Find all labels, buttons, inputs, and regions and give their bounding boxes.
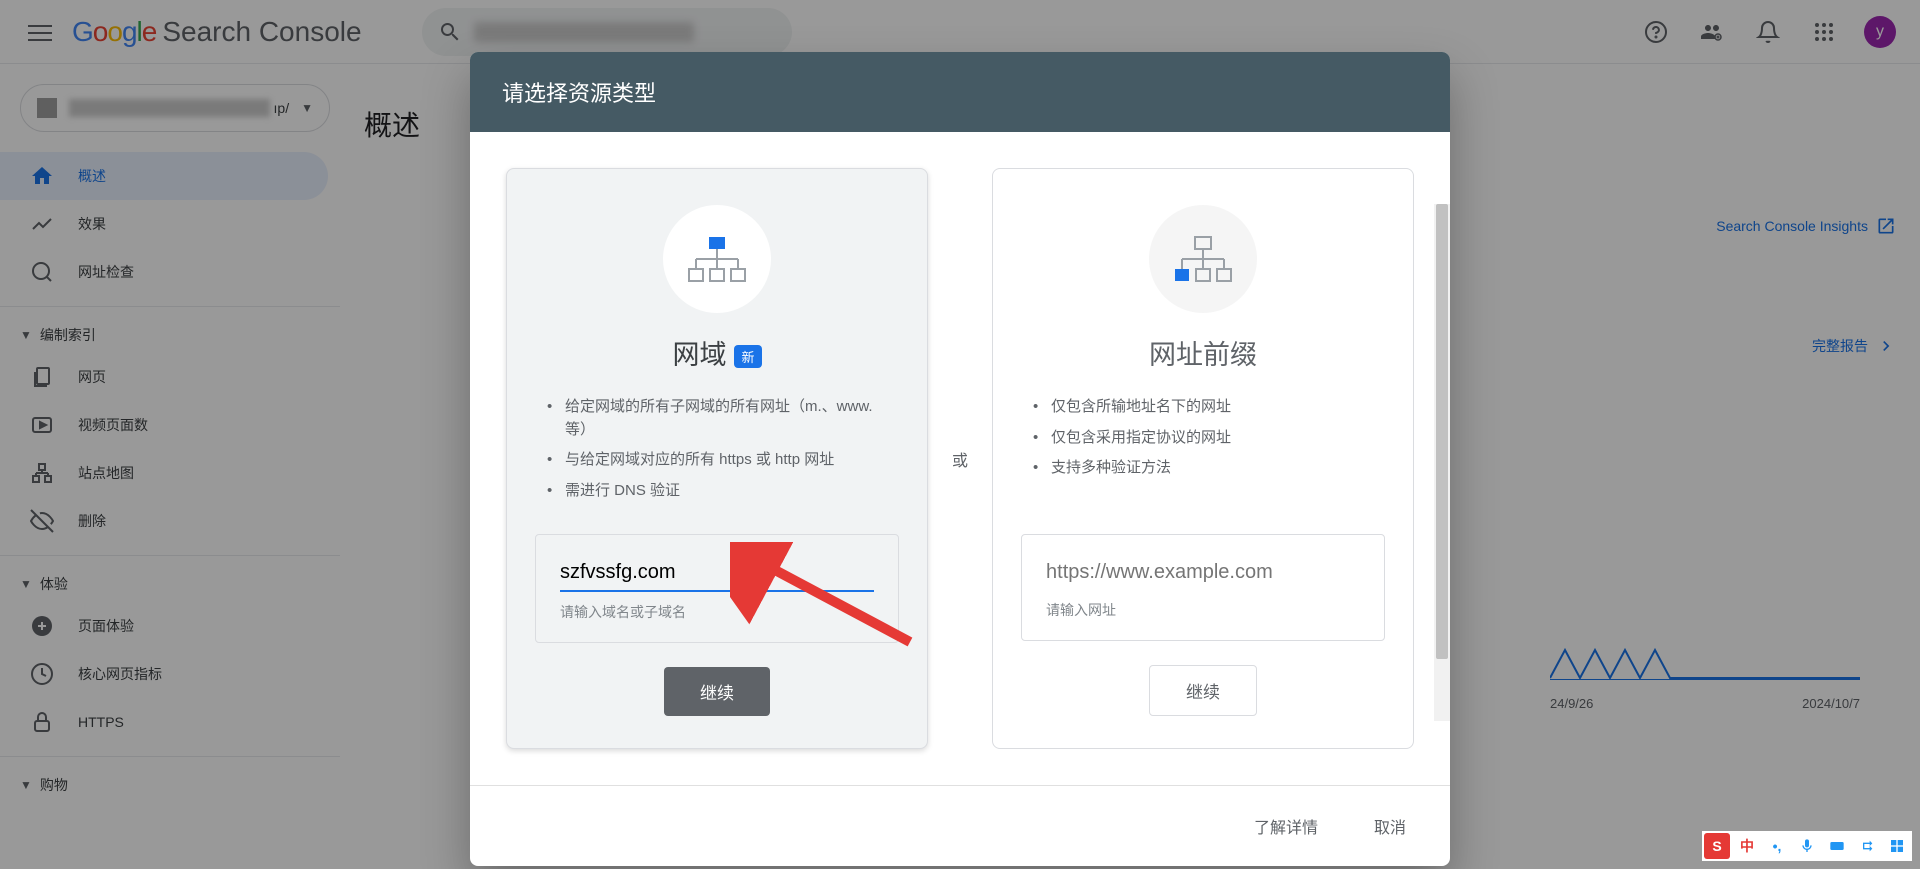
url-input-box: 请输入网址	[1021, 534, 1385, 641]
or-separator: 或	[952, 447, 968, 471]
learn-more-button[interactable]: 了解详情	[1242, 806, 1330, 846]
ime-keyboard-icon[interactable]	[1824, 833, 1850, 859]
url-card-bullets: 仅包含所输地址名下的网址 仅包含采用指定协议的网址 支持多种验证方法	[1021, 392, 1385, 484]
domain-sitemap-icon	[663, 205, 771, 313]
ime-toolbar[interactable]: S 中 •,	[1702, 831, 1912, 861]
domain-input[interactable]	[560, 555, 874, 592]
url-prefix-property-card[interactable]: 网址前缀 仅包含所输地址名下的网址 仅包含采用指定协议的网址 支持多种验证方法 …	[992, 168, 1414, 749]
url-continue-button[interactable]: 继续	[1149, 665, 1257, 716]
domain-property-card[interactable]: 网域新 给定网域的所有子网域的所有网址（m.、www. 等） 与给定网域对应的所…	[506, 168, 928, 749]
domain-input-box: 请输入域名或子域名	[535, 534, 899, 643]
domain-card-bullets: 给定网域的所有子网域的所有网址（m.、www. 等） 与给定网域对应的所有 ht…	[535, 392, 899, 506]
domain-input-hint: 请输入域名或子域名	[560, 602, 874, 622]
domain-card-title: 网域新	[535, 333, 899, 372]
modal-scrollbar[interactable]	[1434, 204, 1450, 721]
new-badge: 新	[734, 345, 761, 368]
domain-continue-button[interactable]: 继续	[664, 667, 770, 716]
cancel-button[interactable]: 取消	[1362, 806, 1418, 846]
ime-punct-icon[interactable]: •,	[1764, 833, 1790, 859]
modal-title: 请选择资源类型	[470, 52, 1450, 132]
ime-skin-icon[interactable]	[1854, 833, 1880, 859]
ime-toolbox-icon[interactable]	[1884, 833, 1910, 859]
url-input-hint: 请输入网址	[1046, 600, 1360, 620]
property-type-modal: 请选择资源类型 网域新 给定网域的所有子网域的所有网址（m.、www. 等） 与…	[470, 52, 1450, 866]
url-card-title: 网址前缀	[1021, 333, 1385, 372]
url-prefix-input[interactable]	[1046, 555, 1360, 590]
modal-overlay[interactable]: 请选择资源类型 网域新 给定网域的所有子网域的所有网址（m.、www. 等） 与…	[0, 0, 1920, 869]
ime-sogou-icon[interactable]: S	[1704, 833, 1730, 859]
url-sitemap-icon	[1149, 205, 1257, 313]
ime-mic-icon[interactable]	[1794, 833, 1820, 859]
ime-chinese-icon[interactable]: 中	[1734, 833, 1760, 859]
